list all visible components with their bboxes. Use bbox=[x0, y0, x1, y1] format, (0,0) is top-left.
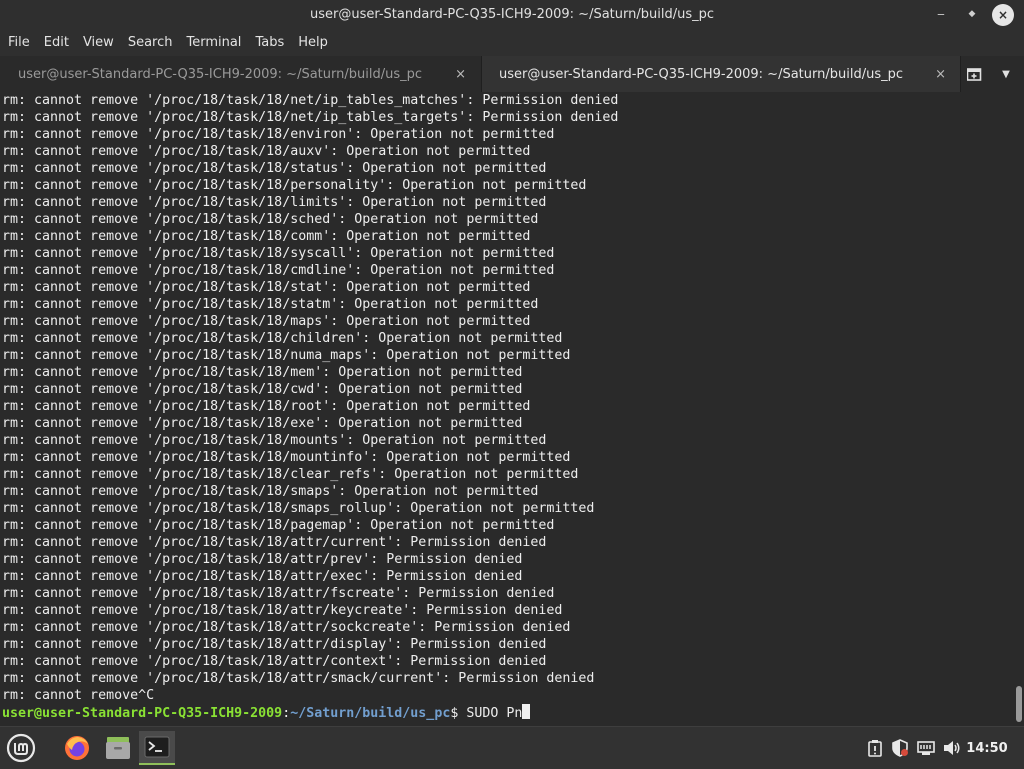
network-icon bbox=[917, 741, 935, 755]
terminal-line: rm: cannot remove '/proc/18/task/18/exe'… bbox=[2, 416, 523, 431]
menubar: File Edit View Search Terminal Tabs Help bbox=[0, 29, 1024, 56]
menu-tabs[interactable]: Tabs bbox=[248, 35, 291, 50]
file-manager-launcher[interactable] bbox=[100, 731, 136, 765]
prompt-path: ~/Saturn/build/us_pc bbox=[290, 706, 451, 721]
taskbar: 14:50 bbox=[0, 726, 1024, 769]
window-title: user@user-Standard-PC-Q35-ICH9-2009: ~/S… bbox=[309, 7, 714, 22]
terminal-line: rm: cannot remove '/proc/18/task/18/attr… bbox=[2, 620, 571, 635]
close-window-button[interactable]: × bbox=[992, 4, 1014, 26]
update-manager-tray[interactable] bbox=[864, 727, 886, 769]
terminal-line: rm: cannot remove '/proc/18/task/18/page… bbox=[2, 518, 555, 533]
menu-view[interactable]: View bbox=[76, 35, 121, 50]
terminal-line: rm: cannot remove '/proc/18/task/18/moun… bbox=[2, 450, 571, 465]
terminal-line: rm: cannot remove '/proc/18/task/18/moun… bbox=[2, 433, 547, 448]
maximize-button[interactable]: ◆ bbox=[962, 4, 982, 24]
terminal-icon bbox=[144, 736, 170, 758]
terminal-line: rm: cannot remove '/proc/18/task/18/sysc… bbox=[2, 246, 555, 261]
file-manager-icon bbox=[106, 737, 130, 759]
menu-file[interactable]: File bbox=[0, 35, 37, 50]
terminal-line: rm: cannot remove '/proc/18/task/18/comm… bbox=[2, 229, 531, 244]
menu-edit[interactable]: Edit bbox=[37, 35, 76, 50]
update-manager-icon bbox=[868, 740, 882, 757]
terminal-line: rm: cannot remove '/proc/18/task/18/root… bbox=[2, 399, 531, 414]
terminal-line: rm: cannot remove '/proc/18/task/18/attr… bbox=[2, 654, 547, 669]
tab-bar: user@user-Standard-PC-Q35-ICH9-2009: ~/S… bbox=[0, 56, 1024, 93]
firefox-launcher[interactable] bbox=[59, 731, 95, 765]
tab-close-button[interactable]: × bbox=[935, 67, 946, 82]
terminal-line: rm: cannot remove '/proc/18/task/18/attr… bbox=[2, 671, 595, 686]
terminal-prompt-line[interactable]: user@user-Standard-PC-Q35-ICH9-2009:~/Sa… bbox=[0, 704, 1014, 721]
terminal-line: rm: cannot remove '/proc/18/task/18/numa… bbox=[2, 348, 571, 363]
minimize-button[interactable]: ‒ bbox=[931, 4, 951, 24]
terminal-line: rm: cannot remove '/proc/18/task/18/chil… bbox=[2, 331, 563, 346]
terminal-line: rm: cannot remove '/proc/18/task/18/auxv… bbox=[2, 144, 531, 159]
prompt-user-host: user@user-Standard-PC-Q35-ICH9-2009 bbox=[2, 706, 283, 721]
new-tab-button[interactable] bbox=[962, 56, 988, 92]
terminal-line: rm: cannot remove '/proc/18/task/18/attr… bbox=[2, 586, 555, 601]
terminal-line: rm: cannot remove '/proc/18/task/18/attr… bbox=[2, 535, 547, 550]
mint-menu-icon bbox=[6, 733, 36, 763]
menu-search[interactable]: Search bbox=[121, 35, 180, 50]
terminal-line: rm: cannot remove '/proc/18/task/18/attr… bbox=[2, 569, 523, 584]
terminal-line: rm: cannot remove '/proc/18/task/18/attr… bbox=[2, 603, 563, 618]
terminal-line: rm: cannot remove '/proc/18/task/18/stat… bbox=[2, 280, 531, 295]
terminal-line: rm: cannot remove '/proc/18/task/18/stat… bbox=[2, 297, 539, 312]
menu-terminal[interactable]: Terminal bbox=[179, 35, 248, 50]
terminal-line: rm: cannot remove^C bbox=[2, 688, 155, 703]
tab-terminal-1[interactable]: user@user-Standard-PC-Q35-ICH9-2009: ~/S… bbox=[0, 56, 480, 92]
terminal-line: rm: cannot remove '/proc/18/task/18/stat… bbox=[2, 161, 547, 176]
window-titlebar[interactable]: user@user-Standard-PC-Q35-ICH9-2009: ~/S… bbox=[0, 0, 1024, 29]
clock[interactable]: 14:50 bbox=[966, 727, 1008, 769]
shield-tray[interactable] bbox=[889, 727, 911, 769]
terminal-line: rm: cannot remove '/proc/18/task/18/smap… bbox=[2, 501, 595, 516]
terminal-launcher[interactable] bbox=[139, 731, 175, 765]
volume-tray[interactable] bbox=[940, 727, 964, 769]
prompt-command: SUDO Pn bbox=[466, 706, 523, 721]
terminal-line: rm: cannot remove '/proc/18/task/18/attr… bbox=[2, 552, 523, 567]
menu-help[interactable]: Help bbox=[291, 35, 335, 50]
shield-icon bbox=[892, 739, 908, 757]
text-cursor bbox=[522, 704, 531, 719]
terminal-line: rm: cannot remove '/proc/18/task/18/envi… bbox=[2, 127, 555, 142]
firefox-icon bbox=[65, 736, 89, 760]
terminal-line: rm: cannot remove '/proc/18/task/18/mem'… bbox=[2, 365, 523, 380]
prompt-symbol: $ bbox=[450, 706, 467, 721]
scrollbar-thumb[interactable] bbox=[1016, 686, 1022, 722]
terminal-line: rm: cannot remove '/proc/18/task/18/sche… bbox=[2, 212, 539, 227]
terminal-line: rm: cannot remove '/proc/18/task/18/cwd'… bbox=[2, 382, 523, 397]
terminal-line: rm: cannot remove '/proc/18/task/18/cmdl… bbox=[2, 263, 555, 278]
volume-icon bbox=[944, 741, 960, 755]
terminal-output[interactable]: rm: cannot remove '/proc/18/task/18/net/… bbox=[0, 92, 1014, 726]
tab-close-button[interactable]: × bbox=[455, 67, 466, 82]
terminal-line: rm: cannot remove '/proc/18/task/18/pers… bbox=[2, 178, 587, 193]
terminal-scrollbar[interactable] bbox=[1014, 92, 1024, 726]
mint-menu-button[interactable] bbox=[3, 731, 39, 765]
tab-list-button[interactable]: ▼ bbox=[992, 56, 1020, 92]
terminal-line: rm: cannot remove '/proc/18/task/18/limi… bbox=[2, 195, 547, 210]
tab-label: user@user-Standard-PC-Q35-ICH9-2009: ~/S… bbox=[17, 66, 422, 82]
terminal-line: rm: cannot remove '/proc/18/task/18/maps… bbox=[2, 314, 531, 329]
terminal-line: rm: cannot remove '/proc/18/task/18/attr… bbox=[2, 637, 547, 652]
tab-label: user@user-Standard-PC-Q35-ICH9-2009: ~/S… bbox=[498, 66, 903, 82]
network-tray[interactable] bbox=[914, 727, 938, 769]
terminal-line: rm: cannot remove '/proc/18/task/18/clea… bbox=[2, 467, 579, 482]
tab-terminal-2[interactable]: user@user-Standard-PC-Q35-ICH9-2009: ~/S… bbox=[481, 56, 961, 92]
new-tab-icon bbox=[967, 68, 982, 81]
terminal-line: rm: cannot remove '/proc/18/task/18/net/… bbox=[2, 110, 619, 125]
terminal-line: rm: cannot remove '/proc/18/task/18/net/… bbox=[2, 93, 619, 108]
terminal-line: rm: cannot remove '/proc/18/task/18/smap… bbox=[2, 484, 539, 499]
